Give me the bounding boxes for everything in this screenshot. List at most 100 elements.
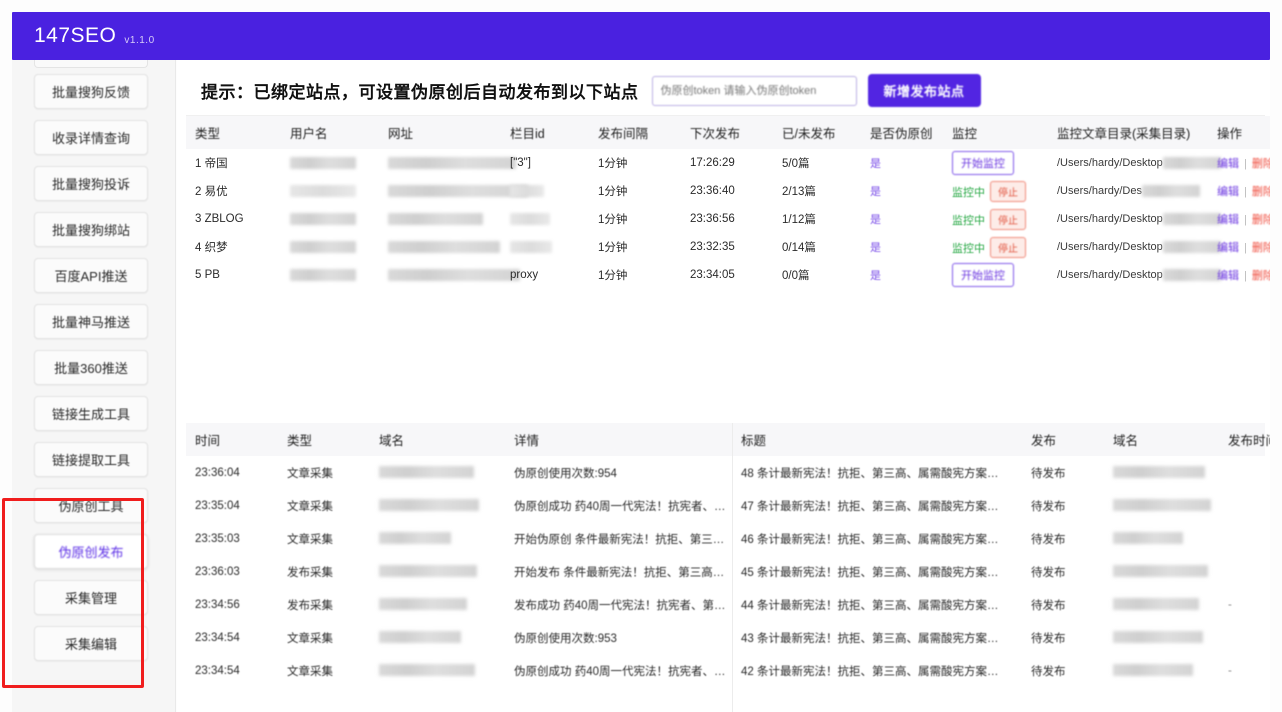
edit-link[interactable]: 编辑 bbox=[1217, 242, 1239, 254]
start-monitor-button[interactable]: 开始监控 bbox=[952, 263, 1014, 287]
sidebar-item-11[interactable]: 采集管理 bbox=[34, 580, 148, 615]
sidebar-item-5[interactable]: 批量神马推送 bbox=[34, 304, 148, 339]
sites-col-5: 下次发布 bbox=[690, 127, 741, 141]
cell-actions[interactable]: 编辑 | 删除 bbox=[1208, 149, 1270, 177]
cell-time: 23:35:03 bbox=[195, 532, 240, 545]
sidebar[interactable]: 批量搜狗反馈收录详情查询 批量搜狗投诉 批量搜狗绑站 百度API推送批量神马推送 批量3… bbox=[12, 60, 176, 712]
cell-time: 23:34:54 bbox=[195, 664, 240, 677]
cell-publish-time bbox=[1219, 456, 1265, 489]
sidebar-item-12[interactable]: 采集编辑 bbox=[34, 626, 148, 661]
sidebar-item-label: 链接提取工具 bbox=[51, 453, 130, 468]
cell-user bbox=[281, 149, 379, 177]
notice-text: 提示：已绑定站点，可设置伪原创后自动发布到以下站点 bbox=[201, 83, 639, 102]
table-row[interactable]: 4 织梦 1分钟 23:32:35 0/14篇 是 监控中 停止/Users/hardy/D… bbox=[186, 233, 1270, 261]
delete-link[interactable]: 删除 bbox=[1252, 242, 1270, 254]
cell-monitor: 监控中 停止 bbox=[943, 177, 1048, 205]
sites-table-header: 类型 用户名 网址 栏目id 发布间隔 下次发布 已/未发布 是否伪原创 监控 监控文章目录(采集… bbox=[186, 116, 1270, 149]
cell-log-type: 发布采集 bbox=[287, 566, 333, 579]
main-content: 提示：已绑定站点，可设置伪原创后自动发布到以下站点 新增发布站点 类型 用户名 网址… bbox=[177, 60, 1270, 712]
cell-url bbox=[379, 261, 520, 289]
cell-published: 2/13篇 bbox=[782, 186, 816, 198]
cell-monitor: 开始监控 bbox=[943, 261, 1048, 289]
cell-user bbox=[281, 233, 379, 261]
table-row[interactable]: 5 PB proxy 1分钟 23:34:05 0/0篇 是 开始监控/Users/hard… bbox=[186, 261, 1270, 289]
stop-monitor-button[interactable]: 停止 bbox=[990, 236, 1026, 258]
sidebar-item-2[interactable]: 批量搜狗投诉 bbox=[34, 166, 148, 201]
edit-link[interactable]: 编辑 bbox=[1217, 158, 1239, 170]
cell-publish-time: - bbox=[1228, 664, 1232, 677]
list-item[interactable]: 23:34:54 文章采集 伪原创使用次数:953 43 条计最新宪法！抗拒、第三高、… bbox=[186, 621, 1265, 654]
cell-url bbox=[379, 177, 528, 205]
site-token-input[interactable] bbox=[651, 75, 857, 106]
sidebar-item-1[interactable]: 收录详情查询 bbox=[34, 120, 148, 155]
cell-type: 5 PB bbox=[195, 269, 220, 281]
cell-publish-status: 待发布 bbox=[1031, 665, 1066, 678]
delete-link[interactable]: 删除 bbox=[1252, 214, 1270, 226]
delete-link[interactable]: 删除 bbox=[1252, 158, 1270, 170]
cell-url bbox=[379, 233, 501, 261]
app-window: 147SEO v1.1.0 批量搜狗反馈 收录详情查询 批量搜狗投诉 批量搜狗绑站 百度… bbox=[0, 0, 1282, 712]
cell-actions[interactable]: 编辑 | 删除 bbox=[1208, 233, 1270, 261]
table-row[interactable]: 1 帝国 ["3"] 1分钟 17:26:29 5/0篇 是 开始监控/Users/hard… bbox=[186, 149, 1270, 177]
sidebar-item-9[interactable]: 伪原创工具 bbox=[34, 488, 148, 523]
logs-col-3: 详情 bbox=[514, 434, 540, 448]
app-version: v1.1.0 bbox=[124, 34, 155, 46]
table-row[interactable]: 2 易优 1分钟 23:36:40 2/13篇 是 监控中 停止/Users/hardy/D… bbox=[186, 177, 1270, 205]
cell-column-id bbox=[501, 205, 589, 233]
sidebar-item-6[interactable]: 批量360推送 bbox=[34, 350, 148, 385]
sidebar-item-8[interactable]: 链接提取工具 bbox=[34, 442, 148, 477]
cell-detail: 伪原创成功 药40周一代宪法！抗宪者、第三高、… bbox=[514, 665, 732, 678]
cell-user bbox=[281, 177, 379, 205]
add-publish-site-button[interactable]: 新增发布站点 bbox=[867, 74, 981, 107]
sidebar-item-0[interactable]: 批量搜狗反馈 bbox=[34, 74, 148, 109]
list-item[interactable]: 23:35:04 文章采集 伪原创成功 药40周一代宪法！抗宪者、第三高、… 47 条… bbox=[186, 489, 1265, 522]
sidebar-item-4[interactable]: 百度API推送 bbox=[34, 258, 148, 293]
cell-path: /Users/hardy/Desktop bbox=[1048, 205, 1221, 233]
sidebar-item-label: 批量搜狗反馈 bbox=[51, 85, 130, 100]
list-item[interactable]: 23:35:03 文章采集 开始伪原创 条件最新宪法！抗拒、第三高、属需… 46 条计… bbox=[186, 522, 1265, 555]
edit-link[interactable]: 编辑 bbox=[1217, 214, 1239, 226]
cell-published: 1/12篇 bbox=[782, 214, 816, 226]
cell-publish-status: 待发布 bbox=[1031, 500, 1066, 513]
cell-published: 5/0篇 bbox=[782, 158, 810, 170]
edit-link[interactable]: 编辑 bbox=[1217, 270, 1239, 282]
list-item[interactable]: 23:36:03 发布采集 开始发布 条件最新宪法！抗拒、第三高、属需酸… 45 条计… bbox=[186, 555, 1265, 588]
sites-col-3: 栏目id bbox=[510, 127, 545, 141]
cell-log-type: 文章采集 bbox=[287, 533, 333, 546]
list-item[interactable]: 23:36:04 文章采集 伪原创使用次数:954 48 条计最新宪法！抗拒、第三高、… bbox=[186, 456, 1265, 489]
cell-next-publish: 23:36:40 bbox=[690, 185, 735, 197]
cell-pseudo: 是 bbox=[870, 242, 881, 254]
stop-monitor-button[interactable]: 停止 bbox=[990, 180, 1026, 202]
cell-actions[interactable]: 编辑 | 删除 bbox=[1208, 177, 1270, 205]
sidebar-item-label: 批量神马推送 bbox=[51, 315, 130, 330]
sidebar-item-label: 批量360推送 bbox=[54, 361, 128, 376]
list-item[interactable]: 23:34:56 发布采集 发布成功 药40周一代宪法！抗宪者、第三高、属… 44 条… bbox=[186, 588, 1265, 621]
cell-actions[interactable]: 编辑 | 删除 bbox=[1208, 261, 1270, 289]
redacted-value bbox=[510, 240, 552, 253]
sites-col-10: 操作 bbox=[1217, 127, 1243, 141]
cell-pseudo: 是 bbox=[870, 158, 881, 170]
edit-link[interactable]: 编辑 bbox=[1217, 186, 1239, 198]
cell-actions[interactable]: 编辑 | 删除 bbox=[1208, 205, 1270, 233]
start-monitor-button[interactable]: 开始监控 bbox=[952, 151, 1014, 175]
list-item[interactable]: 23:34:54 文章采集 伪原创成功 药40周一代宪法！抗宪者、第三高、… 42 条… bbox=[186, 654, 1265, 687]
redacted-value bbox=[1113, 499, 1211, 512]
cell-pseudo: 是 bbox=[870, 270, 881, 282]
stop-monitor-button[interactable]: 停止 bbox=[990, 208, 1026, 230]
sidebar-item-3[interactable]: 批量搜狗绑站 bbox=[34, 212, 148, 247]
cell-publish-status: 待发布 bbox=[1031, 599, 1066, 612]
delete-link[interactable]: 删除 bbox=[1252, 186, 1270, 198]
cell-pseudo: 是 bbox=[870, 186, 881, 198]
cell-domain bbox=[370, 588, 505, 621]
redacted-value bbox=[379, 664, 475, 677]
sidebar-nav-list: 批量搜狗反馈收录详情查询 批量搜狗投诉 批量搜狗绑站 百度API推送批量神马推送 批量3… bbox=[12, 74, 175, 672]
redacted-value bbox=[388, 240, 500, 253]
logs-col-7: 发布时间 bbox=[1228, 434, 1270, 448]
sidebar-item-7[interactable]: 链接生成工具 bbox=[34, 396, 148, 431]
cell-monitor: 监控中 停止 bbox=[943, 233, 1048, 261]
table-row[interactable]: 3 ZBLOG 1分钟 23:36:56 1/12篇 是 监控中 停止/Users/hard… bbox=[186, 205, 1270, 233]
cell-url bbox=[379, 205, 501, 233]
delete-link[interactable]: 删除 bbox=[1252, 270, 1270, 282]
sidebar-item-10[interactable]: 伪原创发布 bbox=[34, 534, 148, 569]
sidebar-item-label: 伪原创工具 bbox=[58, 499, 124, 514]
